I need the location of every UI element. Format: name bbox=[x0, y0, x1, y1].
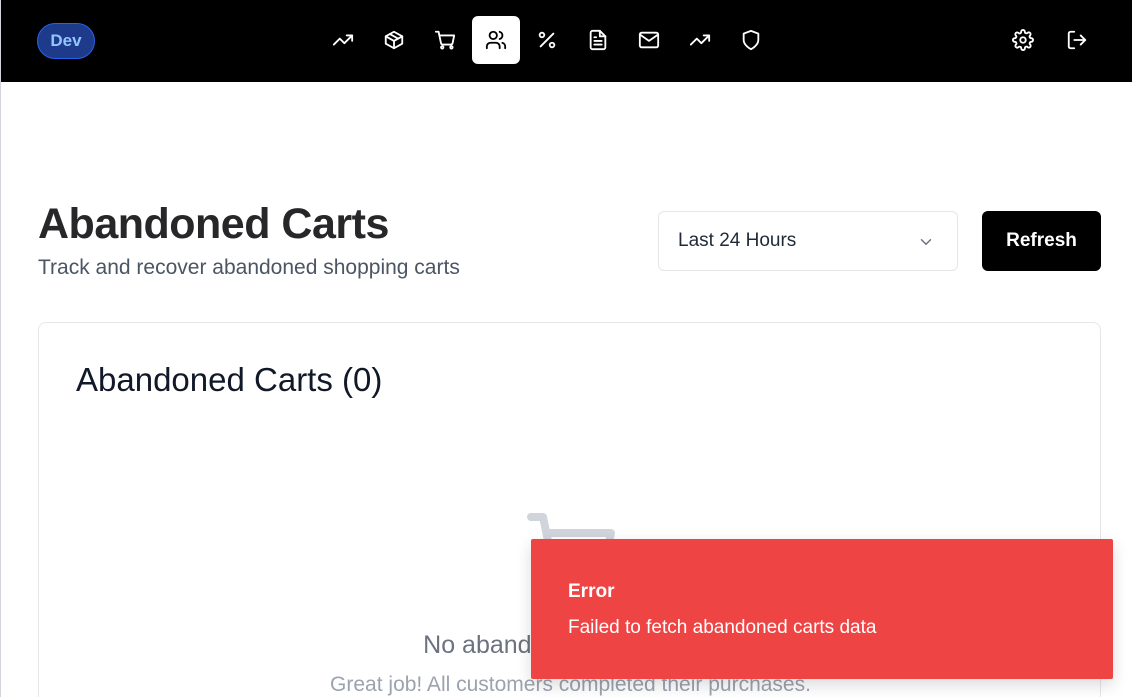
nav-orders-button[interactable] bbox=[421, 16, 469, 64]
settings-icon bbox=[1012, 29, 1034, 51]
page-title: Abandoned Carts bbox=[38, 200, 389, 248]
nav-documents-button[interactable] bbox=[574, 16, 622, 64]
logout-button[interactable] bbox=[1053, 16, 1101, 64]
top-nav: Dev bbox=[1, 0, 1132, 82]
trending-up-icon bbox=[332, 34, 354, 46]
page-subtitle: Track and recover abandoned shopping car… bbox=[38, 256, 460, 279]
file-text-icon bbox=[589, 29, 607, 51]
time-range-value: Last 24 Hours bbox=[678, 230, 797, 251]
trending-up-icon bbox=[689, 34, 711, 46]
nav-mail-button[interactable] bbox=[625, 16, 673, 64]
refresh-button[interactable]: Refresh bbox=[982, 211, 1101, 271]
log-out-icon bbox=[1067, 30, 1087, 50]
error-toast[interactable]: Error Failed to fetch abandoned carts da… bbox=[531, 539, 1113, 679]
nav-products-button[interactable] bbox=[370, 16, 418, 64]
time-range-select[interactable]: Last 24 Hours bbox=[658, 211, 958, 271]
nav-security-button[interactable] bbox=[727, 16, 775, 64]
package-icon bbox=[384, 30, 404, 50]
shield-icon bbox=[742, 29, 760, 51]
toast-message: Failed to fetch abandoned carts data bbox=[568, 617, 877, 638]
card-title: Abandoned Carts (0) bbox=[76, 361, 383, 398]
nav-customers-button[interactable] bbox=[472, 16, 520, 64]
shopping-cart-icon bbox=[434, 30, 456, 50]
mail-icon bbox=[638, 31, 660, 49]
settings-button[interactable] bbox=[999, 16, 1047, 64]
percent-icon bbox=[538, 31, 556, 49]
toast-title: Error bbox=[568, 581, 615, 602]
nav-analytics-button[interactable] bbox=[319, 16, 367, 64]
nav-trends-button[interactable] bbox=[676, 16, 724, 64]
chevron-down-icon bbox=[917, 233, 935, 251]
nav-discounts-button[interactable] bbox=[523, 16, 571, 64]
nav-icons bbox=[1, 0, 1132, 82]
users-icon bbox=[485, 30, 507, 50]
page: Dev Abandoned Carts Track and recover ab… bbox=[0, 0, 1132, 697]
